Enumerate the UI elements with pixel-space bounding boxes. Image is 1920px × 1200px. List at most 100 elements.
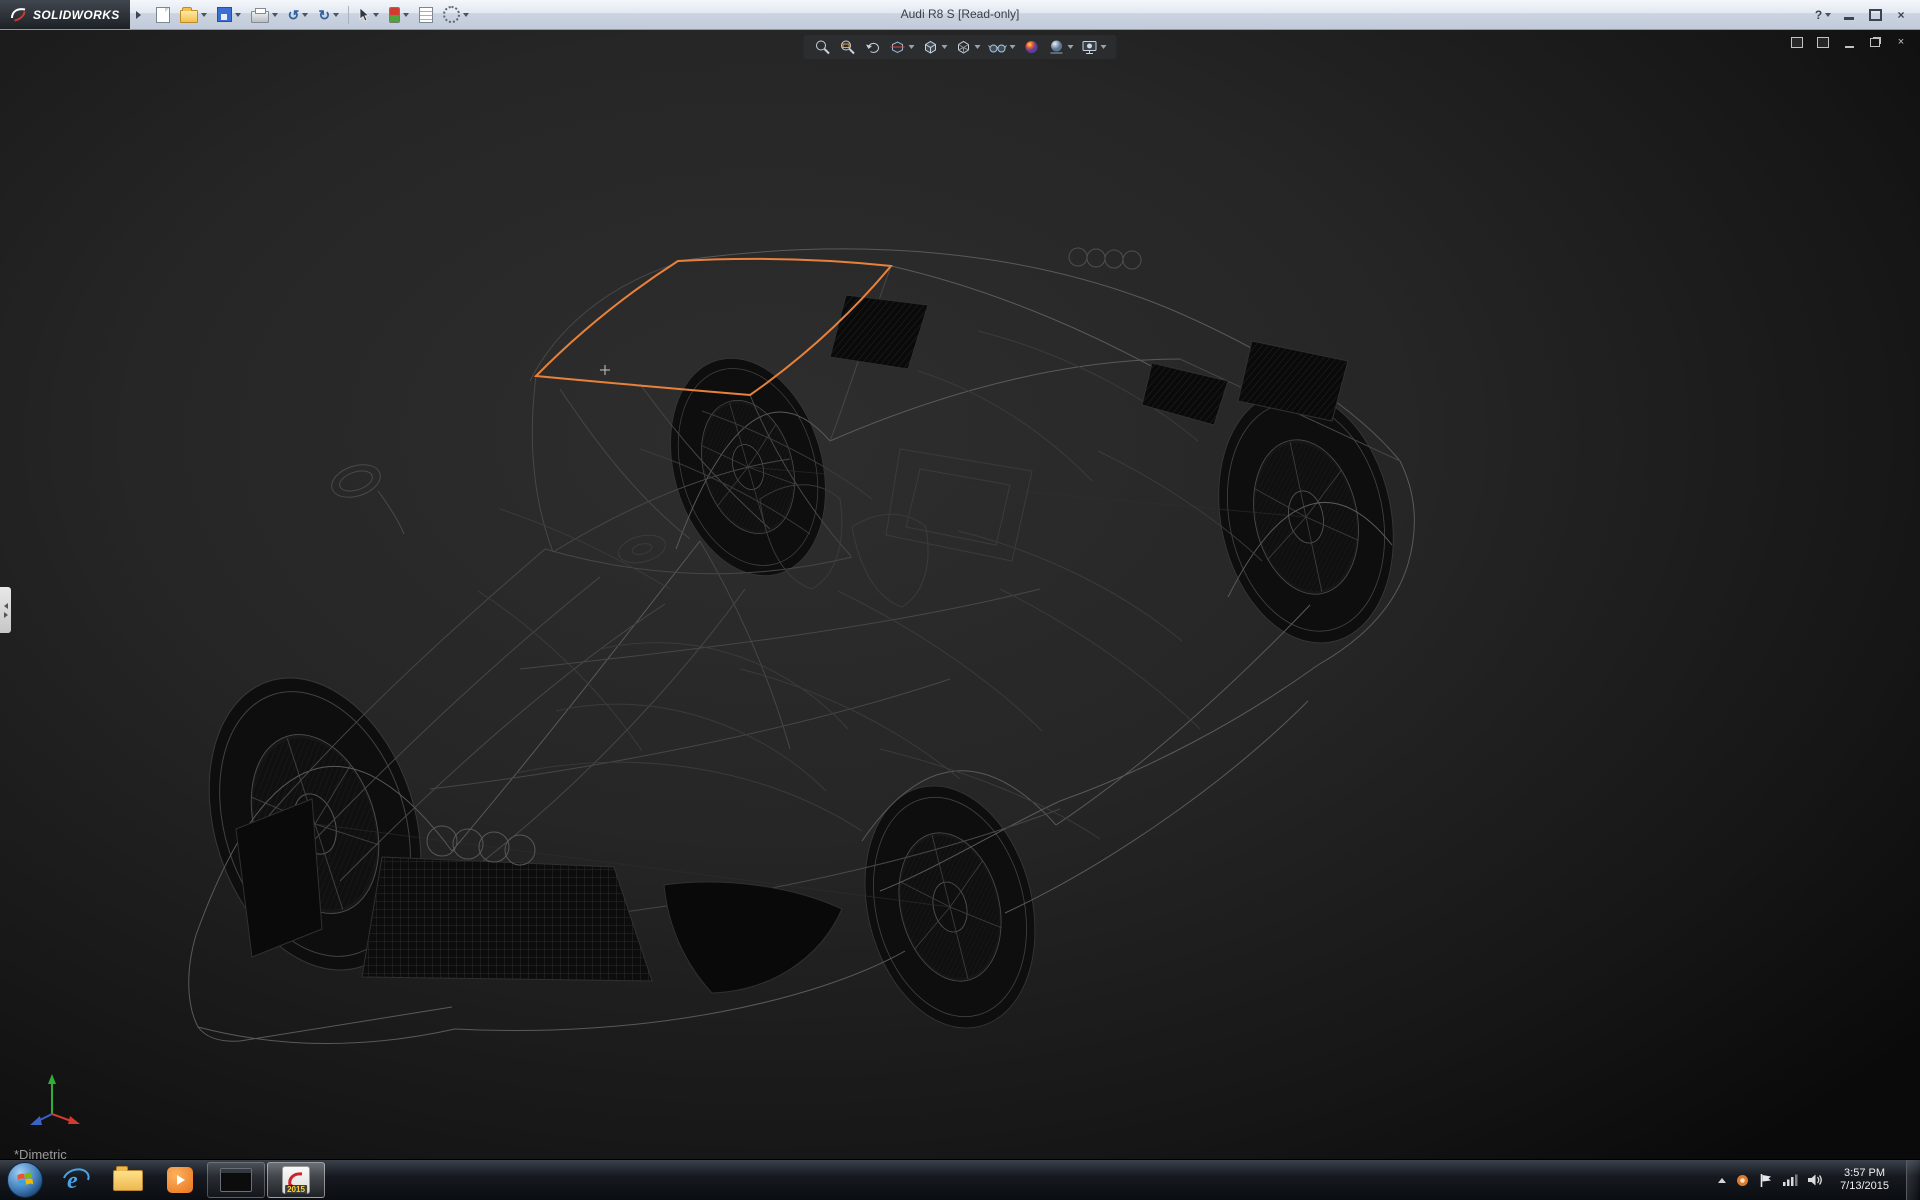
start-button[interactable] (7, 1162, 43, 1198)
restore-icon (1870, 38, 1880, 47)
section-view-button[interactable] (887, 37, 917, 57)
open-folder-icon (180, 10, 198, 23)
solidworks-taskbar-button[interactable]: 2015 (267, 1162, 325, 1198)
save-button[interactable] (213, 3, 245, 27)
undo-button[interactable]: ↺ (284, 3, 313, 27)
magnifier-area-icon (839, 38, 857, 56)
close-icon: × (1897, 8, 1904, 22)
clock-date: 7/13/2015 (1840, 1180, 1889, 1193)
internet-explorer-taskbar-button[interactable]: e (50, 1160, 102, 1200)
chevron-down-icon[interactable] (1101, 45, 1107, 49)
file-properties-icon (419, 7, 433, 23)
chevron-down-icon[interactable] (1825, 13, 1831, 17)
windows-explorer-taskbar-button[interactable] (102, 1160, 154, 1200)
clock-time: 3:57 PM (1840, 1167, 1889, 1180)
document-window-controls: × (1788, 34, 1910, 50)
maximize-button[interactable] (1862, 5, 1888, 25)
view-settings-button[interactable] (1079, 37, 1109, 57)
volume-icon[interactable] (1807, 1173, 1823, 1187)
show-desktop-button[interactable] (1906, 1160, 1918, 1200)
audi-rings-rear[interactable] (1069, 248, 1141, 269)
wireframe-car-model[interactable] (174, 248, 1416, 1046)
display-style-button[interactable] (953, 37, 983, 57)
chevron-down-icon[interactable] (235, 13, 241, 17)
help-button[interactable]: ? (1810, 5, 1836, 25)
select-cursor-icon (358, 7, 370, 22)
printer-icon (251, 11, 269, 23)
title-bar: SOLIDWORKS ↺ ↻ Audi R8 S [Read-only] ? × (0, 0, 1920, 30)
chevron-down-icon[interactable] (1010, 45, 1016, 49)
app-tray-icon[interactable] (1735, 1173, 1750, 1188)
folder-icon (113, 1170, 143, 1191)
document-window-button[interactable] (1814, 34, 1832, 50)
tail-light[interactable] (1142, 363, 1228, 425)
document-restore-button[interactable] (1866, 34, 1884, 50)
media-player-icon (167, 1167, 193, 1193)
heads-up-view-toolbar (804, 35, 1117, 59)
document-minimize-button[interactable] (1840, 34, 1858, 50)
taskbar-clock[interactable]: 3:57 PM 7/13/2015 (1832, 1167, 1897, 1193)
media-player-taskbar-button[interactable] (154, 1160, 206, 1200)
internet-explorer-icon: e (61, 1165, 91, 1195)
chevron-down-icon[interactable] (333, 13, 339, 17)
hide-show-items-button[interactable] (986, 37, 1018, 57)
redo-arrow-icon: ↻ (318, 8, 330, 22)
new-document-icon (156, 7, 170, 23)
chevron-down-icon[interactable] (942, 45, 948, 49)
view-orientation-button[interactable] (920, 37, 950, 57)
print-button[interactable] (247, 3, 282, 27)
minimize-icon (1844, 17, 1854, 20)
chevron-down-icon[interactable] (201, 13, 207, 17)
save-disk-icon (217, 7, 232, 22)
network-icon[interactable] (1782, 1173, 1798, 1187)
chevron-down-icon[interactable] (403, 13, 409, 17)
document-close-button[interactable]: × (1892, 34, 1910, 50)
chevron-down-icon[interactable] (975, 45, 981, 49)
window-icon (1817, 37, 1829, 48)
command-prompt-taskbar-button[interactable] (207, 1162, 265, 1198)
expand-right-icon (4, 612, 8, 618)
solidworks-logo: SOLIDWORKS (0, 0, 130, 29)
solidworks-version-badge: 2015 (285, 1185, 307, 1194)
gear-icon (443, 6, 460, 23)
edit-appearance-button[interactable] (1021, 37, 1043, 57)
minimize-button[interactable] (1836, 5, 1862, 25)
engine-window[interactable] (830, 295, 928, 369)
action-center-flag-icon[interactable] (1759, 1173, 1773, 1188)
document-window-button[interactable] (1788, 34, 1806, 50)
chevron-down-icon[interactable] (909, 45, 915, 49)
view-settings-monitor-icon (1081, 38, 1099, 56)
hidden-icons-arrow[interactable] (1718, 1178, 1726, 1183)
side-mirror[interactable] (328, 459, 404, 534)
maximize-icon (1869, 9, 1882, 21)
zoom-to-fit-button[interactable] (812, 37, 834, 57)
front-grille[interactable] (362, 857, 652, 981)
previous-view-button[interactable] (862, 37, 884, 57)
panel-collapse-tab[interactable] (0, 587, 11, 633)
file-properties-button[interactable] (415, 3, 437, 27)
chevron-down-icon[interactable] (463, 13, 469, 17)
graphics-area[interactable]: × (0, 29, 1920, 1160)
scene-sphere-icon (1048, 38, 1066, 56)
section-cube-icon (889, 38, 907, 56)
collapse-left-icon (4, 603, 8, 609)
open-button[interactable] (176, 3, 211, 27)
redo-button[interactable]: ↻ (314, 3, 343, 27)
options-button[interactable] (439, 3, 473, 27)
select-button[interactable] (354, 3, 383, 27)
window-title: Audi R8 S [Read-only] (901, 7, 1020, 21)
intake-right[interactable] (664, 882, 842, 993)
appearance-ball-icon (1023, 38, 1041, 56)
menu-expand-arrow[interactable] (136, 11, 141, 19)
chevron-down-icon[interactable] (1068, 45, 1074, 49)
rebuild-button[interactable] (385, 3, 413, 27)
toolbar-separator (348, 6, 349, 24)
new-button[interactable] (152, 3, 174, 27)
previous-view-icon (864, 38, 882, 56)
close-button[interactable]: × (1888, 5, 1914, 25)
chevron-down-icon[interactable] (272, 13, 278, 17)
zoom-to-area-button[interactable] (837, 37, 859, 57)
chevron-down-icon[interactable] (373, 13, 379, 17)
apply-scene-button[interactable] (1046, 37, 1076, 57)
chevron-down-icon[interactable] (302, 13, 308, 17)
